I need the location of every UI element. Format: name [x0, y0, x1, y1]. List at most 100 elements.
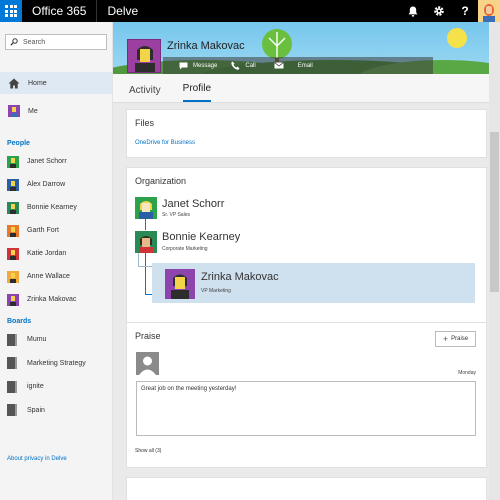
user-avatar-icon	[483, 4, 495, 22]
org-person-name[interactable]: Zrinka Makovac	[201, 271, 279, 283]
org-connector	[138, 252, 139, 266]
org-selected-row[interactable]	[152, 263, 475, 303]
show-all-link[interactable]: Show all (3)	[135, 448, 161, 454]
profile-header: Zrinka Makovac Message Call Email	[113, 22, 489, 74]
phone-icon	[231, 61, 240, 70]
next-card	[126, 477, 487, 500]
boards-header: Boards	[7, 317, 32, 325]
organization-title: Organization	[135, 176, 187, 186]
message-icon	[179, 62, 188, 69]
onedrive-link[interactable]: OneDrive for Business	[135, 140, 195, 146]
org-connector	[138, 266, 152, 267]
files-card: Files OneDrive for Business	[126, 109, 487, 158]
board-icon	[7, 404, 17, 417]
call-label: Call	[245, 62, 256, 69]
sidebar-board-item[interactable]: Marketing Strategy	[0, 352, 112, 376]
search-input[interactable]: Search	[5, 34, 107, 50]
suite-title[interactable]: Office 365	[22, 0, 98, 22]
tab-activity[interactable]: Activity	[129, 85, 161, 102]
sidebar-person-name: Garth Fort	[27, 227, 59, 234]
praise-date: Monday	[458, 370, 476, 376]
sidebar-person-name: Bonnie Kearney	[27, 204, 77, 211]
user-avatar[interactable]	[478, 0, 500, 22]
files-title: Files	[135, 118, 155, 128]
praise-button-label: Praise	[451, 336, 469, 342]
main-content: Zrinka Makovac Message Call Email Activi…	[113, 22, 500, 500]
sidebar-person-name: Alex Darrow	[27, 181, 66, 188]
settings-button[interactable]	[426, 0, 452, 22]
sidebar-board-name: Marketing Strategy	[27, 359, 86, 367]
sidebar-person-item[interactable]: Zrinka Makovac	[0, 288, 112, 311]
search-placeholder: Search	[23, 38, 46, 46]
sidebar-person-item[interactable]: Anne Wallace	[0, 265, 112, 288]
person-avatar	[7, 247, 19, 260]
sidebar-person-item[interactable]: Bonnie Kearney	[0, 196, 112, 219]
sidebar-person-item[interactable]: Janet Schorr	[0, 150, 112, 173]
org-connector	[145, 218, 146, 230]
sidebar-board-name: Mumu	[27, 336, 47, 344]
people-header: People	[7, 139, 30, 147]
sidebar-board-item[interactable]: ignite	[0, 375, 112, 399]
help-icon: ?	[461, 4, 469, 18]
waffle-icon	[5, 5, 17, 17]
email-icon	[273, 62, 284, 69]
plus-icon: +	[442, 334, 449, 344]
help-button[interactable]: ?	[452, 0, 478, 22]
sidebar-person-item[interactable]: Katie Jordan	[0, 242, 112, 265]
search-icon	[10, 38, 18, 46]
message-label: Message	[193, 62, 218, 69]
sidebar-board-item[interactable]: Spain	[0, 399, 112, 423]
sidebar-board-name: Spain	[27, 406, 45, 414]
board-icon	[7, 357, 17, 370]
org-person-name[interactable]: Janet Schorr	[162, 198, 224, 210]
bell-icon	[408, 6, 418, 17]
board-icon	[7, 380, 17, 393]
person-avatar	[7, 293, 19, 306]
sidebar-person-item[interactable]: Garth Fort	[0, 219, 112, 242]
scrollbar[interactable]	[489, 22, 500, 500]
board-icon	[7, 333, 17, 346]
praise-message: Great job on the meeting yesterday!	[136, 381, 476, 436]
sidebar-person-item[interactable]: Alex Darrow	[0, 173, 112, 196]
gear-icon	[434, 6, 444, 16]
sidebar-person-name: Janet Schorr	[27, 158, 67, 165]
sidebar-board-name: ignite	[27, 383, 44, 391]
praise-card: Praise + Praise Monday Great job on the …	[126, 322, 487, 468]
me-avatar-icon	[8, 105, 20, 117]
add-praise-button[interactable]: + Praise	[435, 331, 476, 347]
org-avatar[interactable]	[135, 231, 157, 253]
org-person-role: VP Marketing	[201, 288, 231, 294]
app-launcher-button[interactable]	[0, 0, 22, 22]
sidebar-board-item[interactable]: Mumu	[0, 328, 112, 352]
org-person-name[interactable]: Bonnie Kearney	[162, 231, 240, 243]
call-button[interactable]: Call	[231, 61, 256, 70]
organization-card: Organization Janet Schorr Sr. VP Sales B…	[126, 167, 487, 333]
profile-tabs: Activity Profile	[113, 74, 489, 103]
scrollbar-thumb[interactable]	[490, 132, 499, 292]
sidebar-item-me[interactable]: Me	[0, 100, 112, 122]
contact-actions: Message Call Email	[163, 57, 433, 74]
sidebar: Search Home Me People Janet Schorr Alex D…	[0, 22, 113, 500]
person-avatar	[7, 224, 19, 237]
sidebar-person-name: Zrinka Makovac	[27, 296, 77, 303]
org-person-role: Corporate Marketing	[162, 246, 208, 252]
sidebar-person-name: Anne Wallace	[27, 273, 70, 280]
person-avatar	[7, 178, 19, 191]
org-avatar[interactable]	[165, 269, 195, 299]
praise-author-avatar[interactable]	[136, 352, 159, 375]
privacy-link[interactable]: About privacy in Delve	[7, 456, 67, 462]
org-avatar[interactable]	[135, 197, 157, 219]
app-title[interactable]: Delve	[97, 4, 148, 18]
email-button[interactable]: Email	[273, 62, 313, 69]
org-connector	[145, 248, 146, 294]
org-person-role: Sr. VP Sales	[162, 212, 190, 218]
person-avatar	[7, 201, 19, 214]
sidebar-item-home[interactable]: Home	[0, 72, 112, 94]
profile-photo	[127, 39, 161, 73]
sidebar-person-name: Katie Jordan	[27, 250, 67, 257]
tab-profile[interactable]: Profile	[182, 83, 212, 102]
email-label: Email	[297, 62, 313, 69]
notifications-button[interactable]	[400, 0, 426, 22]
top-bar: Office 365 Delve ?	[0, 0, 500, 22]
message-button[interactable]: Message	[179, 62, 217, 70]
